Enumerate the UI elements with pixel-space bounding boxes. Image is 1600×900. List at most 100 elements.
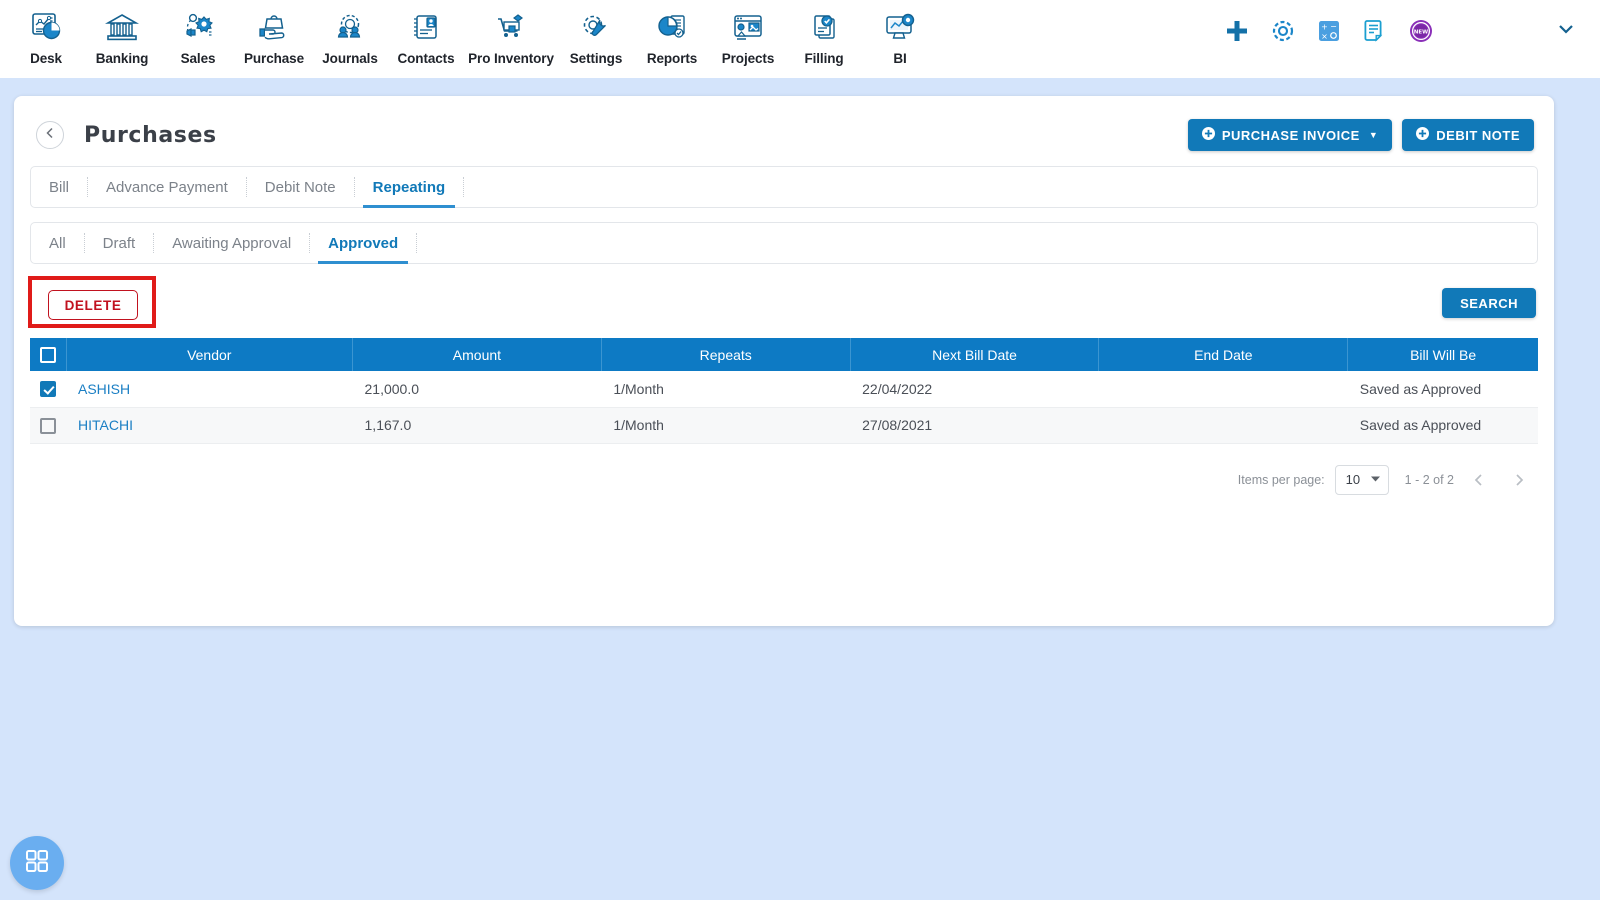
nav-label: Journals (322, 51, 378, 66)
tab-debit-note[interactable]: Debit Note (247, 167, 354, 207)
nav-label: BI (893, 51, 907, 66)
nav-label: Desk (30, 51, 62, 66)
nav-item-banking[interactable]: Banking (84, 0, 160, 66)
tab-advance-payment[interactable]: Advance Payment (88, 167, 246, 207)
vendor-link[interactable]: HITACHI (78, 417, 133, 433)
row-checkbox[interactable] (40, 381, 56, 398)
purchase-hand-bag-icon (256, 6, 292, 50)
cell-vendor: HITACHI (66, 407, 353, 444)
cell-repeats: 1/Month (601, 407, 851, 444)
tab-bill[interactable]: Bill (31, 167, 87, 207)
nav-item-reports[interactable]: Reports (634, 0, 710, 66)
nav-label: Banking (95, 51, 149, 66)
nav-item-journals[interactable]: Journals (312, 0, 388, 66)
new-badge-icon[interactable]: NEW (1408, 18, 1434, 44)
debit-note-label: DEBIT NOTE (1436, 127, 1520, 143)
nav-item-sales[interactable]: Sales (160, 0, 236, 66)
calculator-icon[interactable]: + − × (1316, 18, 1342, 44)
cell-end-date (1098, 371, 1348, 408)
tab-separator (463, 177, 465, 197)
nav-label: Filling (804, 51, 844, 66)
column-header-next-bill-date[interactable]: Next Bill Date (850, 338, 1100, 371)
select-all-header-cell (30, 338, 67, 371)
cell-end-date (1098, 407, 1348, 444)
top-navigation-bar: Desk Banking Sales Purchase Journals Con… (0, 0, 1600, 78)
page-title: Purchases (84, 122, 217, 148)
vendor-link[interactable]: ASHISH (78, 381, 130, 397)
page-range-label: 1 - 2 of 2 (1404, 472, 1454, 487)
nav-item-purchase[interactable]: Purchase (236, 0, 312, 66)
circle-plus-icon (1201, 127, 1215, 143)
nav-item-pro-inventory[interactable]: Pro Inventory (464, 0, 558, 66)
cell-bill-will-be: Saved as Approved (1347, 407, 1538, 444)
chevron-down-icon: ▼ (1368, 130, 1379, 140)
search-button[interactable]: SEARCH (1442, 288, 1536, 318)
items-per-page-label: Items per page: (1237, 472, 1325, 487)
tab-awaiting-approval[interactable]: Awaiting Approval (154, 223, 309, 263)
back-button[interactable] (36, 121, 64, 149)
repeating-bills-table: Vendor Amount Repeats Next Bill Date End… (30, 338, 1538, 444)
settings-gear-wrench-icon (578, 6, 614, 50)
delete-button[interactable]: DELETE (48, 290, 138, 320)
tab-all[interactable]: All (31, 223, 84, 263)
nav-label: Pro Inventory (468, 51, 554, 66)
column-header-vendor[interactable]: Vendor (66, 338, 354, 371)
filling-documents-icon (806, 6, 842, 50)
column-header-end-date[interactable]: End Date (1098, 338, 1349, 371)
notes-document-icon[interactable] (1362, 18, 1388, 44)
items-per-page-value: 10 (1345, 472, 1361, 487)
purchases-card: Purchases PURCHASE INVOICE ▼ DEBIT NOTE … (14, 96, 1554, 626)
column-header-bill-will-be[interactable]: Bill Will Be (1347, 338, 1538, 371)
nav-item-settings[interactable]: Settings (558, 0, 634, 66)
action-row: DELETE SEARCH (28, 276, 1538, 328)
row-checkbox[interactable] (40, 417, 56, 434)
bi-monitor-gear-icon (882, 6, 918, 50)
projects-window-icon (730, 6, 766, 50)
journals-gear-people-icon (332, 6, 368, 50)
column-header-amount[interactable]: Amount (352, 338, 602, 371)
purchase-invoice-label: PURCHASE INVOICE (1221, 127, 1360, 143)
circle-plus-icon (1416, 127, 1430, 143)
tab-approved[interactable]: Approved (310, 223, 416, 264)
apps-grid-fab[interactable] (10, 836, 64, 890)
nav-items: Desk Banking Sales Purchase Journals Con… (0, 0, 938, 66)
nav-label: Contacts (397, 51, 455, 66)
tab-draft[interactable]: Draft (85, 223, 154, 263)
nav-item-contacts[interactable]: Contacts (388, 0, 464, 66)
items-per-page-select[interactable]: 10 (1334, 464, 1389, 495)
card-header: Purchases PURCHASE INVOICE ▼ DEBIT NOTE (14, 96, 1554, 156)
svg-text:−: − (1330, 22, 1337, 31)
svg-text:+: + (1321, 23, 1328, 32)
purchase-invoice-button[interactable]: PURCHASE INVOICE ▼ (1187, 119, 1393, 151)
cell-vendor: ASHISH (66, 371, 353, 408)
nav-label: Reports (646, 51, 698, 66)
tab-separator (416, 233, 418, 253)
tab-repeating[interactable]: Repeating (355, 167, 464, 208)
cell-repeats: 1/Month (601, 371, 851, 408)
next-page-button[interactable] (1504, 465, 1534, 495)
select-all-checkbox[interactable] (39, 347, 56, 364)
nav-item-filling[interactable]: Filling (786, 0, 862, 66)
previous-page-button[interactable] (1464, 465, 1494, 495)
nav-item-bi[interactable]: BI (862, 0, 938, 66)
cell-bill-will-be: Saved as Approved (1347, 371, 1538, 408)
debit-note-button[interactable]: DEBIT NOTE (1402, 119, 1534, 151)
nav-label: Sales (180, 51, 216, 66)
table-header-row: Vendor Amount Repeats Next Bill Date End… (30, 338, 1538, 371)
nav-item-projects[interactable]: Projects (710, 0, 786, 66)
row-select-cell (30, 407, 66, 444)
dashboard-chart-icon (28, 6, 64, 50)
bank-building-icon (104, 6, 140, 50)
nav-item-desk[interactable]: Desk (8, 0, 84, 66)
chevron-down-icon[interactable] (1554, 17, 1578, 46)
cell-next-bill-date: 22/04/2022 (850, 371, 1099, 408)
settings-gear-icon[interactable] (1270, 18, 1296, 44)
cell-next-bill-date: 27/08/2021 (850, 407, 1099, 444)
status-tabs: All Draft Awaiting Approval Approved (30, 222, 1538, 264)
svg-text:NEW: NEW (1414, 29, 1428, 35)
add-plus-icon[interactable] (1224, 18, 1250, 44)
column-header-repeats[interactable]: Repeats (601, 338, 851, 371)
apps-grid-icon (24, 848, 50, 879)
contacts-notebook-icon (408, 6, 444, 50)
nav-right-tools: + − × NEW (1224, 0, 1600, 62)
